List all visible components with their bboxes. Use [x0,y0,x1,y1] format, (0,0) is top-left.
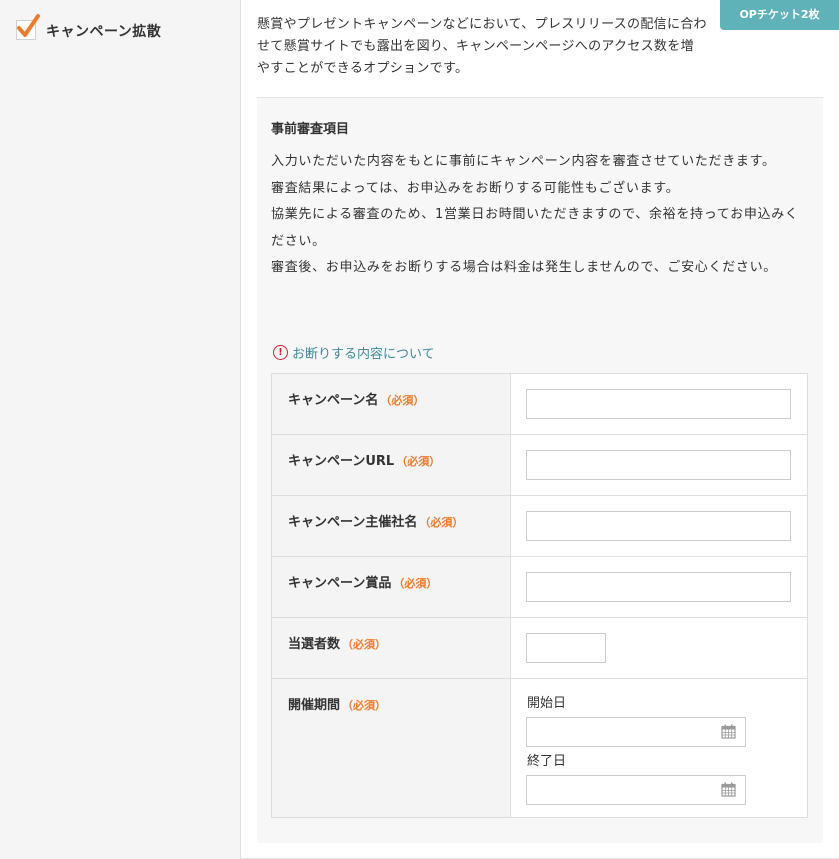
required-tag: （必須） [342,638,387,651]
end-date-picker [526,775,746,805]
field-label-cell: キャンペーン主催社名 （必須） [271,495,511,557]
field-label: キャンペーン主催社名 [288,515,418,530]
form-row-winner-count: 当選者数 （必須） [271,617,808,679]
field-label: キャンペーン名 [288,393,379,408]
review-paragraph: 審査結果によっては、お申込みをお断りする可能性もございます。 [271,180,680,196]
start-date-input[interactable] [526,717,746,747]
field-input-cell [510,617,808,679]
field-label-cell: キャンペーン賞品 （必須） [271,556,511,618]
end-date-input[interactable] [526,775,746,805]
start-date-label: 開始日 [527,696,567,711]
field-input-cell [510,434,808,496]
winner-count-input[interactable] [526,633,606,663]
required-tag: （必須） [396,455,441,468]
required-tag: （必須） [393,577,438,590]
field-label: キャンペーン賞品 [288,576,392,591]
pre-review-text: 入力いただいた内容をもとに事前にキャンペーン内容を審査させていただきます。 審査… [271,149,801,282]
pre-review-section: 事前審査項目 入力いただいた内容をもとに事前にキャンペーン内容を審査させていただ… [257,98,823,843]
campaign-form-table: キャンペーン名 （必須） キャンペーンURL （必須） キャンペーン主催社名 （必須） [271,373,808,818]
field-label-cell: 開催期間 （必須） [271,678,511,818]
review-paragraph: 入力いただいた内容をもとに事前にキャンペーン内容を審査させていただきます。 [271,154,776,169]
checkmark-icon [17,14,40,37]
campaign-prize-input[interactable] [526,572,791,602]
exclamation-icon: ! [273,344,288,360]
required-tag: （必須） [419,516,464,529]
field-label-cell: キャンペーン名 （必須） [271,373,511,435]
option-description: 懸賞やプレゼントキャンペーンなどにおいて、プレスリリースの配信に合わせて懸賞サイ… [257,17,707,76]
form-row-campaign-name: キャンペーン名 （必須） [271,373,808,435]
form-row-campaign-organizer: キャンペーン主催社名 （必須） [271,495,808,557]
calendar-icon[interactable] [721,724,736,739]
field-label-cell: 当選者数 （必須） [271,617,511,679]
field-label: キャンペーンURL [288,454,395,469]
field-input-cell [510,373,808,435]
calendar-icon[interactable] [721,782,736,797]
refusal-link-label: お断りする内容について [292,346,435,362]
review-paragraph: 協業先による審査のため、1営業日お時間いただきますので、余裕を持ってお申込みくだ… [271,207,799,249]
form-row-campaign-prize: キャンペーン賞品 （必須） [271,556,808,618]
field-input-cell [510,495,808,557]
option-checkbox[interactable] [16,14,40,40]
field-input-cell [510,556,808,618]
option-sidebar: キャンペーン拡散 [0,0,241,859]
field-label: 当選者数 [288,637,341,652]
campaign-url-input[interactable] [526,450,791,480]
start-date-picker [526,717,746,747]
campaign-name-input[interactable] [526,389,791,419]
form-row-campaign-url: キャンペーンURL （必須） [271,434,808,496]
field-label-cell: キャンペーンURL （必須） [271,434,511,496]
pre-review-title: 事前審査項目 [271,122,350,137]
end-date-label: 終了日 [527,754,567,769]
refusal-info-link[interactable]: ! お断りする内容について [273,342,435,362]
form-row-campaign-period: 開催期間 （必須） 開始日 終了日 [271,678,808,818]
field-input-cell: 開始日 終了日 [510,678,808,818]
op-ticket-badge: OPチケット2枚 [720,0,839,30]
review-paragraph: 審査後、お申込みをお断りする場合は料金は発生しませんので、ご安心ください。 [271,260,777,275]
field-label: 開催期間 [288,698,341,713]
option-title: キャンペーン拡散 [46,24,162,40]
required-tag: （必須） [342,699,387,712]
campaign-organizer-input[interactable] [526,511,791,541]
required-tag: （必須） [380,394,425,407]
